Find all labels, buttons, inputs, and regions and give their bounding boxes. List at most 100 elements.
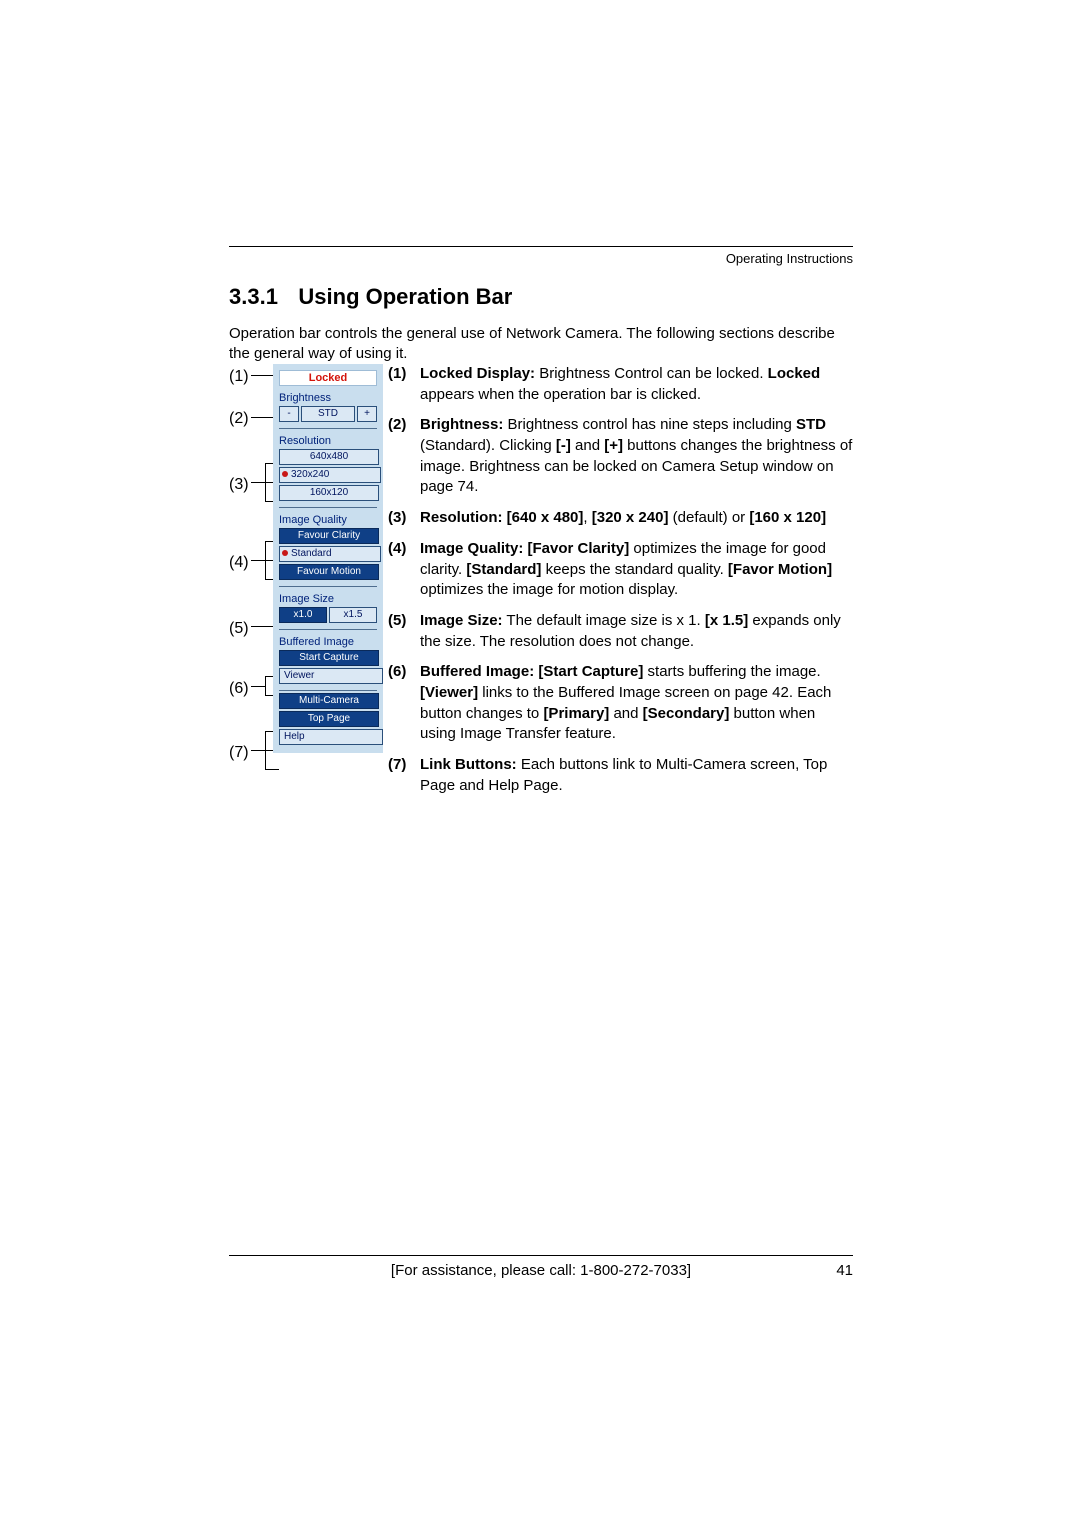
desc-item-3: (3) Resolution: [640 x 480], [320 x 240]… (388, 508, 854, 529)
description-list: (1) Locked Display: Brightness Control c… (388, 364, 854, 806)
text: starts buffering the image. (643, 663, 820, 680)
desc-item-5: (5) Image Size: The default image size i… (388, 611, 854, 652)
desc-num: (2) (388, 415, 420, 498)
term: [Primary] (543, 705, 609, 722)
separator (279, 586, 377, 587)
leader-line (251, 560, 265, 561)
term: [-] (556, 437, 571, 454)
desc-num: (4) (388, 539, 420, 601)
term: Locked (768, 365, 821, 382)
section-title: Using Operation Bar (298, 284, 512, 309)
desc-body: Locked Display: Brightness Control can b… (420, 364, 854, 405)
assistance-text: [For assistance, please call: 1-800-272-… (391, 1262, 691, 1279)
term: Buffered Image: [Start Capture] (420, 663, 643, 680)
desc-body: Resolution: [640 x 480], [320 x 240] (de… (420, 508, 854, 529)
separator (279, 629, 377, 630)
callout-7: (7) (229, 744, 259, 762)
desc-body: Link Buttons: Each buttons link to Multi… (420, 755, 854, 796)
image-quality-label: Image Quality (279, 514, 377, 526)
desc-num: (6) (388, 662, 420, 745)
resolution-320-label: 320x240 (291, 469, 329, 480)
footer-rule (229, 1255, 853, 1256)
section-number: 3.3.1 (229, 284, 278, 309)
term: [Standard] (466, 561, 541, 578)
brightness-minus-button[interactable]: - (279, 406, 299, 422)
top-page-button[interactable]: Top Page (279, 711, 379, 727)
desc-num: (5) (388, 611, 420, 652)
desc-num: (1) (388, 364, 420, 405)
text: Brightness Control can be locked. (535, 365, 768, 382)
text: optimizes the image for motion display. (420, 581, 678, 598)
callout-4: (4) (229, 554, 259, 572)
text: , (583, 509, 591, 526)
term: [+] (604, 437, 623, 454)
term: Image Quality: [Favor Clarity] (420, 540, 629, 557)
term: Brightness: (420, 416, 503, 433)
size-x15-button[interactable]: x1.5 (329, 607, 377, 623)
buffered-image-label: Buffered Image (279, 636, 377, 648)
favor-motion-button[interactable]: Favour Motion (279, 564, 379, 580)
locked-display: Locked (279, 370, 377, 386)
desc-item-2: (2) Brightness: Brightness control has n… (388, 415, 854, 498)
desc-body: Image Size: The default image size is x … (420, 611, 854, 652)
resolution-label: Resolution (279, 435, 377, 447)
brightness-std-button[interactable]: STD (301, 406, 355, 422)
resolution-160-button[interactable]: 160x120 (279, 485, 379, 501)
help-button[interactable]: Help (279, 729, 383, 745)
term: STD (796, 416, 826, 433)
desc-body: Buffered Image: [Start Capture] starts b… (420, 662, 854, 745)
header-rule (229, 246, 853, 247)
start-capture-button[interactable]: Start Capture (279, 650, 379, 666)
callout-5: (5) (229, 620, 259, 638)
leader-line (251, 750, 265, 751)
text: (Standard). Clicking (420, 437, 556, 454)
term: [320 x 240] (592, 509, 669, 526)
resolution-640-button[interactable]: 640x480 (279, 449, 379, 465)
favor-clarity-button[interactable]: Favour Clarity (279, 528, 379, 544)
desc-item-7: (7) Link Buttons: Each buttons link to M… (388, 755, 854, 796)
footer-text: [For assistance, please call: 1-800-272-… (229, 1262, 853, 1279)
separator (279, 428, 377, 429)
term: [Secondary] (643, 705, 730, 722)
multi-camera-button[interactable]: Multi-Camera (279, 693, 379, 709)
brightness-label: Brightness (279, 392, 377, 404)
leader-line (251, 482, 265, 483)
operation-bar-panel: Locked Brightness - STD + Resolution 640… (273, 364, 383, 753)
standard-quality-button[interactable]: Standard (279, 546, 381, 562)
separator (279, 690, 377, 691)
viewer-button[interactable]: Viewer (279, 668, 383, 684)
desc-item-1: (1) Locked Display: Brightness Control c… (388, 364, 854, 405)
term: [x 1.5] (705, 612, 748, 629)
leader-line (265, 541, 266, 579)
manual-page: Operating Instructions 3.3.1 Using Opera… (0, 0, 1080, 1528)
text: and (609, 705, 642, 722)
term: [Viewer] (420, 684, 478, 701)
image-size-label: Image Size (279, 593, 377, 605)
desc-item-4: (4) Image Quality: [Favor Clarity] optim… (388, 539, 854, 601)
text: The default image size is x 1. (503, 612, 705, 629)
leader-line (265, 731, 266, 769)
term: [160 x 120] (749, 509, 826, 526)
resolution-320-button[interactable]: 320x240 (279, 467, 381, 483)
desc-item-6: (6) Buffered Image: [Start Capture] star… (388, 662, 854, 745)
callout-2: (2) (229, 410, 259, 428)
selected-dot-icon (282, 550, 288, 556)
image-size-controls: x1.0 x1.5 (279, 607, 377, 623)
leader-line (251, 686, 265, 687)
page-footer: [For assistance, please call: 1-800-272-… (229, 1255, 853, 1279)
separator (279, 507, 377, 508)
text: (default) or (668, 509, 749, 526)
brightness-plus-button[interactable]: + (357, 406, 377, 422)
desc-body: Image Quality: [Favor Clarity] optimizes… (420, 539, 854, 601)
callout-3: (3) (229, 476, 259, 494)
text: appears when the operation bar is clicke… (420, 386, 701, 403)
running-header: Operating Instructions (229, 251, 853, 266)
term: Image Size: (420, 612, 503, 629)
desc-body: Brightness: Brightness control has nine … (420, 415, 854, 498)
leader-line (265, 676, 266, 695)
callout-6: (6) (229, 680, 259, 698)
size-x1-button[interactable]: x1.0 (279, 607, 327, 623)
section-heading: 3.3.1 Using Operation Bar (229, 284, 853, 310)
selected-dot-icon (282, 471, 288, 477)
text: and (571, 437, 604, 454)
